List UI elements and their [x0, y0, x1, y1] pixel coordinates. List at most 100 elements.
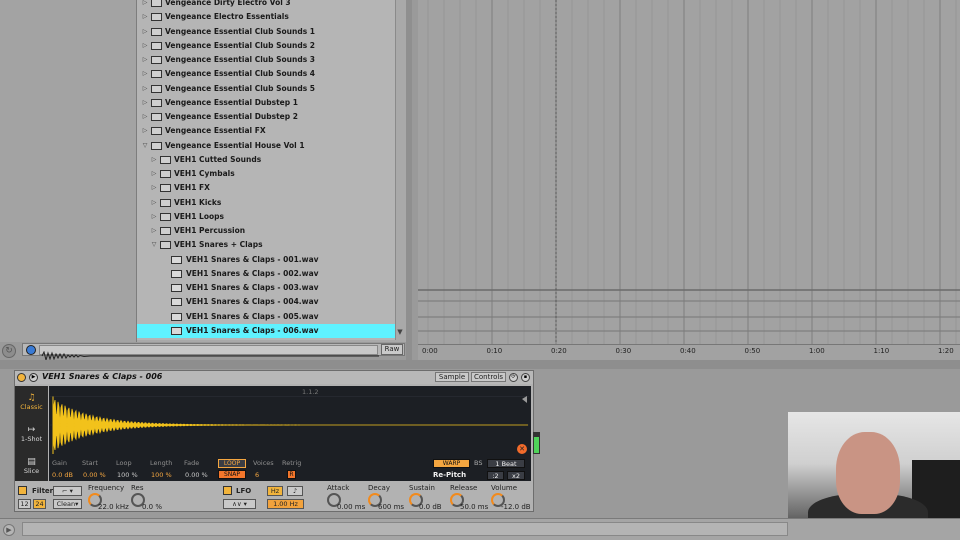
browser-file-item[interactable]: VEH1 Snares & Claps - 001.wav — [137, 253, 395, 267]
expand-arrow-icon[interactable]: ▷ — [150, 181, 158, 195]
scroll-down-arrow-icon[interactable]: ▼ — [396, 328, 404, 336]
folder-icon — [151, 98, 162, 107]
hot-swap-icon[interactable]: ↻ — [2, 344, 16, 358]
browser-folder-item[interactable]: ▽ Vengeance Essential House Vol 1 — [137, 139, 395, 153]
decay-value: 600 ms — [378, 503, 405, 511]
browser-folder-item[interactable]: ▷ Vengeance Essential Club Sounds 3 — [137, 53, 395, 67]
expand-arrow-icon[interactable]: ▷ — [141, 67, 149, 81]
time-ruler[interactable]: 0:00 0:10 0:20 0:30 0:40 0:50 1:00 1:10 1:20 — [418, 344, 960, 360]
retrig-button[interactable]: R — [287, 470, 296, 479]
browser-file-list[interactable]: ▷ Vengeance Dirty Electro Vol 3 ▷ Vengeance… — [137, 0, 395, 340]
warp-button[interactable]: WARP — [433, 459, 470, 468]
browser-folder-item[interactable]: ▷ Vengeance Essential FX — [137, 124, 395, 138]
expand-arrow-icon[interactable]: ▷ — [141, 53, 149, 67]
browser-folder-item[interactable]: ▷ Vengeance Essential Dubstep 2 — [137, 110, 395, 124]
lfo-sync-button[interactable]: ♪ — [287, 486, 303, 496]
gain-value[interactable]: 0.0 dB — [52, 471, 73, 479]
raw-button[interactable]: Raw — [381, 344, 403, 355]
collapse-arrow-icon[interactable]: ▽ — [141, 139, 149, 153]
browser-folder-item[interactable]: ▷ Vengeance Essential Club Sounds 5 — [137, 82, 395, 96]
panel-divider[interactable] — [406, 0, 412, 360]
browser-folder-item[interactable]: ▷ VEH1 Cymbals — [137, 167, 395, 181]
browser-folder-item[interactable]: ▷ VEH1 FX — [137, 181, 395, 195]
expand-arrow-icon[interactable]: ▷ — [141, 96, 149, 110]
device-settings-icon[interactable]: ⟳ — [509, 373, 518, 382]
length-value[interactable]: 100 % — [151, 471, 172, 479]
folder-icon — [160, 212, 171, 221]
device-power-icon[interactable] — [17, 373, 26, 382]
browser-folder-item[interactable]: ▷ Vengeance Essential Club Sounds 2 — [137, 39, 395, 53]
browser-scrollbar[interactable] — [395, 0, 405, 340]
collapse-arrow-icon[interactable]: ▽ — [150, 238, 158, 252]
volume-label: Volume — [491, 484, 518, 492]
warp-beats-field[interactable]: 1 Beat — [487, 459, 525, 468]
expand-arrow-icon[interactable]: ▷ — [141, 124, 149, 138]
half-tempo-button[interactable]: :2 — [487, 471, 504, 480]
mode-slice-button[interactable]: ▤ Slice — [15, 452, 48, 483]
expand-arrow-icon[interactable]: ▷ — [141, 10, 149, 24]
browser-folder-item[interactable]: ▷ VEH1 Loops — [137, 210, 395, 224]
browser-folder-item[interactable]: ▷ VEH1 Cutted Sounds — [137, 153, 395, 167]
sample-waveform[interactable] — [50, 395, 529, 454]
expand-arrow-icon[interactable]: ▷ — [150, 210, 158, 224]
audio-file-icon — [171, 255, 182, 264]
expand-arrow-icon[interactable]: ▷ — [150, 224, 158, 238]
device-fold-icon[interactable]: ▶ — [29, 373, 38, 382]
start-value[interactable]: 0.00 % — [83, 471, 106, 479]
lfo-toggle[interactable] — [223, 486, 232, 495]
double-tempo-button[interactable]: x2 — [507, 471, 525, 480]
device-save-icon[interactable]: ▪ — [521, 373, 530, 382]
voices-value[interactable]: 6 — [255, 471, 259, 479]
filter-toggle[interactable] — [18, 486, 27, 495]
mode-one-shot-button[interactable]: ↦ 1-Shot — [15, 420, 48, 451]
browser-folder-item[interactable]: ▷ Vengeance Dirty Electro Vol 3 — [137, 0, 395, 10]
lfo-rate-field[interactable]: 1.00 Hz — [267, 499, 304, 509]
expand-arrow-icon[interactable]: ▷ — [141, 25, 149, 39]
browser-folder-item[interactable]: ▷ Vengeance Electro Essentials — [137, 10, 395, 24]
ruler-tick-label: 1:10 — [873, 347, 890, 355]
tab-sample[interactable]: Sample — [435, 372, 469, 382]
filter-type-select[interactable]: Clean▾ — [53, 499, 82, 509]
browser-folder-item[interactable]: ▷ Vengeance Essential Dubstep 1 — [137, 96, 395, 110]
status-arrow-icon[interactable]: ▶ — [3, 524, 15, 536]
expand-arrow-icon[interactable]: ▷ — [141, 0, 149, 10]
snap-button[interactable]: SNAP — [218, 470, 246, 479]
expand-arrow-icon[interactable]: ▷ — [141, 82, 149, 96]
preview-play-button[interactable] — [26, 345, 36, 355]
ruler-tick-label: 0:00 — [422, 347, 438, 355]
arrangement-view[interactable] — [418, 0, 960, 344]
lfo-hz-button[interactable]: Hz — [267, 486, 283, 496]
loop-value[interactable]: 100 % — [117, 471, 138, 479]
filter-shape-select[interactable]: ⌐ ▾ — [53, 486, 82, 496]
browser-file-item[interactable]: VEH1 Snares & Claps - 004.wav — [137, 295, 395, 309]
browser-folder-item[interactable]: ▷ Vengeance Essential Club Sounds 1 — [137, 25, 395, 39]
browser-item-label: VEH1 Snares + Claps — [174, 240, 263, 250]
fade-value[interactable]: 0.00 % — [185, 471, 208, 479]
expand-arrow-icon[interactable]: ▷ — [141, 39, 149, 53]
warp-mode-select[interactable]: Re-Pitch — [433, 471, 466, 479]
browser-item-label: VEH1 Snares & Claps - 002.wav — [186, 268, 319, 278]
browser-file-item[interactable]: VEH1 Snares & Claps - 006.wav — [137, 323, 395, 338]
waveform-graphic — [50, 395, 529, 454]
browser-folder-item[interactable]: ▷ Vengeance Essential Club Sounds 4 — [137, 67, 395, 81]
tab-controls[interactable]: Controls — [471, 372, 506, 382]
browser-file-item[interactable]: VEH1 Snares & Claps - 002.wav — [137, 267, 395, 281]
browser-folder-item[interactable]: ▷ VEH1 Kicks — [137, 196, 395, 210]
audio-file-icon — [171, 284, 182, 292]
expand-arrow-icon[interactable]: ▷ — [150, 153, 158, 167]
mode-classic-button[interactable]: ♫ Classic — [15, 388, 48, 419]
expand-arrow-icon[interactable]: ▷ — [150, 167, 158, 181]
browser-folder-item[interactable]: ▽ VEH1 Snares + Claps — [137, 238, 395, 252]
voices-label: Voices — [253, 459, 274, 467]
browser-folder-item[interactable]: ▷ VEH1 Percussion — [137, 224, 395, 238]
filter-24-button[interactable]: 24 — [33, 499, 46, 509]
preview-waveform[interactable] — [39, 345, 379, 362]
expand-arrow-icon[interactable]: ▷ — [141, 110, 149, 124]
lfo-wave-select[interactable]: ∧∨ ▾ — [223, 499, 256, 509]
loop-button[interactable]: LOOP — [218, 459, 246, 468]
browser-file-item[interactable]: VEH1 Snares & Claps - 003.wav — [137, 281, 395, 295]
expand-arrow-icon[interactable]: ▷ — [150, 196, 158, 210]
browser-file-item[interactable]: VEH1 Snares & Claps - 005.wav — [137, 310, 395, 324]
clear-sample-icon[interactable]: ✕ — [517, 444, 527, 454]
filter-12-button[interactable]: 12 — [18, 499, 31, 509]
